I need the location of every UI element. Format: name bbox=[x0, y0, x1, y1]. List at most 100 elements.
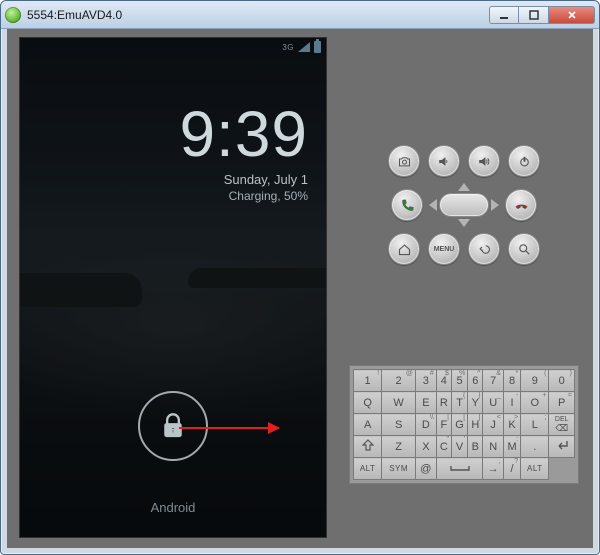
key-l[interactable]: L; bbox=[521, 414, 549, 436]
control-row-3: MENU bbox=[388, 233, 540, 265]
back-button[interactable] bbox=[468, 233, 500, 265]
key-f[interactable]: F| bbox=[436, 414, 451, 436]
maximize-button[interactable] bbox=[519, 6, 549, 24]
key-⎵[interactable] bbox=[436, 458, 483, 480]
dpad-down-button[interactable] bbox=[458, 219, 470, 227]
key-k[interactable]: K> bbox=[503, 414, 520, 436]
lockscreen-info: 9:39 Sunday, July 1 Charging, 50% bbox=[20, 102, 308, 203]
key-y[interactable]: Y} bbox=[468, 392, 483, 414]
signal-icon bbox=[298, 42, 310, 52]
control-row-1 bbox=[388, 145, 540, 177]
end-call-icon bbox=[514, 198, 529, 213]
control-row-2 bbox=[391, 185, 537, 225]
key-2[interactable]: 2@ bbox=[382, 370, 416, 392]
power-button[interactable] bbox=[508, 145, 540, 177]
key-sym[interactable]: SYM bbox=[382, 458, 416, 480]
key-b[interactable]: B bbox=[468, 436, 483, 458]
key-8[interactable]: 8* bbox=[503, 370, 520, 392]
window-buttons bbox=[489, 6, 595, 24]
menu-button[interactable]: MENU bbox=[428, 233, 460, 265]
key-@[interactable]: @ bbox=[416, 458, 437, 480]
hardware-keyboard: 1!2@3#4$5%6^7&8*9(0) QWE´RT{Y}U_I-O+P= AS`… bbox=[349, 365, 579, 484]
volume-up-icon bbox=[477, 154, 492, 169]
volume-down-button[interactable] bbox=[428, 145, 460, 177]
menu-label: MENU bbox=[434, 246, 455, 253]
key-alt[interactable]: ALT bbox=[354, 458, 382, 480]
key-z[interactable]: Z bbox=[382, 436, 416, 458]
lock-icon bbox=[159, 412, 187, 440]
key-x[interactable]: X bbox=[416, 436, 437, 458]
volume-up-button[interactable] bbox=[468, 145, 500, 177]
clock-time: 9:39 bbox=[20, 102, 308, 166]
key-o[interactable]: O+ bbox=[521, 392, 549, 414]
key-0[interactable]: 0) bbox=[549, 370, 575, 392]
key-n[interactable]: N bbox=[483, 436, 503, 458]
phone-icon bbox=[400, 198, 415, 213]
key-6[interactable]: 6^ bbox=[468, 370, 483, 392]
key-d[interactable]: D\\ bbox=[416, 414, 437, 436]
key-q[interactable]: Q bbox=[354, 392, 382, 414]
key-.[interactable]: . bbox=[521, 436, 549, 458]
window-title: 5554:EmuAVD4.0 bbox=[27, 8, 489, 22]
key-/[interactable]: /? bbox=[503, 458, 520, 480]
key-t[interactable]: T{ bbox=[451, 392, 467, 414]
window-titlebar: 5554:EmuAVD4.0 bbox=[1, 1, 599, 29]
unlock-ring[interactable] bbox=[138, 391, 208, 461]
keyboard-table: 1!2@3#4$5%6^7&8*9(0) QWE´RT{Y}U_I-O+P= AS`… bbox=[353, 369, 575, 480]
home-button[interactable] bbox=[388, 233, 420, 265]
key-del[interactable]: DEL⌫ bbox=[549, 414, 575, 436]
key-g[interactable]: G[ bbox=[451, 414, 467, 436]
key-m[interactable]: M: bbox=[503, 436, 520, 458]
app-icon bbox=[5, 7, 21, 23]
key-⇧[interactable] bbox=[354, 436, 382, 458]
network-label: 3G bbox=[282, 43, 294, 52]
key-r[interactable]: R bbox=[436, 392, 451, 414]
back-icon bbox=[477, 242, 492, 257]
key-1[interactable]: 1! bbox=[354, 370, 382, 392]
search-icon bbox=[517, 242, 532, 257]
key-4[interactable]: 4$ bbox=[436, 370, 451, 392]
key-j[interactable]: J< bbox=[483, 414, 503, 436]
key-p[interactable]: P= bbox=[549, 392, 575, 414]
key-→[interactable]: →, bbox=[483, 458, 503, 480]
key-7[interactable]: 7& bbox=[483, 370, 503, 392]
client-area: 3G 9:39 Sunday, July 1 Charging, 50% And… bbox=[7, 29, 593, 548]
key-↵[interactable] bbox=[549, 436, 575, 458]
camera-icon bbox=[397, 154, 412, 169]
unlock-hint-arrow bbox=[179, 427, 279, 429]
emulator-window: 5554:EmuAVD4.0 3G bbox=[0, 0, 600, 555]
key-w[interactable]: W bbox=[382, 392, 416, 414]
minimize-button[interactable] bbox=[489, 6, 519, 24]
search-button[interactable] bbox=[508, 233, 540, 265]
dpad-right-button[interactable] bbox=[491, 199, 499, 211]
key-v[interactable]: V' bbox=[451, 436, 467, 458]
hardware-controls: MENU 1!2@3#4$5%6^7&8*9(0) QWE´RT{Y}U_I-O+… bbox=[347, 37, 581, 538]
key-5[interactable]: 5% bbox=[451, 370, 467, 392]
call-button[interactable] bbox=[391, 189, 423, 221]
key-9[interactable]: 9( bbox=[521, 370, 549, 392]
key-3[interactable]: 3# bbox=[416, 370, 437, 392]
charging-status: Charging, 50% bbox=[20, 189, 308, 203]
end-call-button[interactable] bbox=[505, 189, 537, 221]
key-a[interactable]: A bbox=[354, 414, 382, 436]
dpad-left-button[interactable] bbox=[429, 199, 437, 211]
dpad-up-button[interactable] bbox=[458, 183, 470, 191]
close-button[interactable] bbox=[549, 6, 595, 24]
key-alt[interactable]: ALT bbox=[521, 458, 549, 480]
phone-screen[interactable]: 3G 9:39 Sunday, July 1 Charging, 50% And… bbox=[19, 37, 327, 538]
home-icon bbox=[397, 242, 412, 257]
clock-date: Sunday, July 1 bbox=[20, 172, 308, 187]
status-bar: 3G bbox=[20, 38, 326, 56]
volume-down-icon bbox=[437, 154, 452, 169]
key-h[interactable]: H] bbox=[468, 414, 483, 436]
key-c[interactable]: C" bbox=[436, 436, 451, 458]
power-icon bbox=[517, 154, 532, 169]
key-e[interactable]: E´ bbox=[416, 392, 437, 414]
d-pad bbox=[431, 185, 497, 225]
key-s[interactable]: S` bbox=[382, 414, 416, 436]
camera-button[interactable] bbox=[388, 145, 420, 177]
key-u[interactable]: U_ bbox=[483, 392, 503, 414]
battery-icon bbox=[314, 41, 321, 53]
key-i[interactable]: I- bbox=[503, 392, 520, 414]
dpad-center-button[interactable] bbox=[439, 193, 489, 217]
